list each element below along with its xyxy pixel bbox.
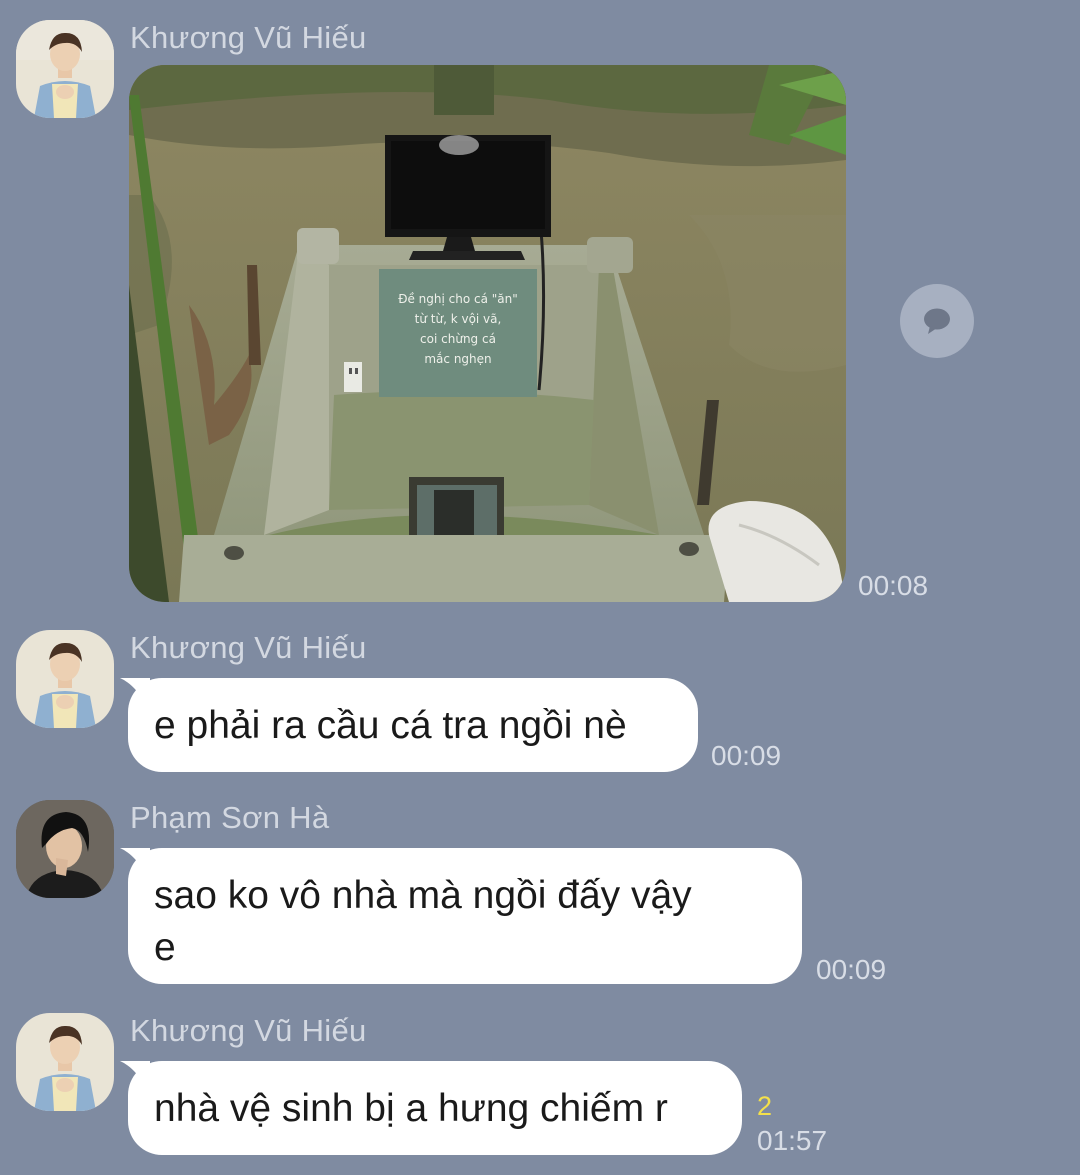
shared-photo[interactable]: Đề nghị cho cá "ăn" từ từ, k vội vã, coi… <box>129 65 846 602</box>
sender-name: Khương Vũ Hiếu <box>130 1013 367 1048</box>
message-photo: Khương Vũ Hiếu Đề nghị cho cá "ăn" từ từ… <box>0 0 1080 610</box>
sign-text-line-4: mắc nghẹn <box>424 352 491 366</box>
avatar-pham-son-ha[interactable] <box>16 800 114 898</box>
message-time: 01:57 <box>757 1125 828 1156</box>
avatar-khuong-vu-hieu[interactable] <box>16 1013 114 1111</box>
message-bubble[interactable]: sao ko vô nhà mà ngồi đấy vậy e <box>128 848 802 984</box>
sender-name: Khương Vũ Hiếu <box>130 20 367 55</box>
speech-bubble-icon <box>922 306 952 336</box>
message-text-line-2: e <box>154 926 176 969</box>
avatar-khuong-vu-hieu[interactable] <box>16 20 114 118</box>
message-time: 00:08 <box>858 570 929 601</box>
message-text: Phạm Sơn Hà sao ko vô nhà mà ngồi đấy vậ… <box>0 790 1080 1000</box>
sign-text-line-2: từ từ, k vội vã, <box>415 312 502 326</box>
message-bubble[interactable]: nhà vệ sinh bị a hưng chiếm r <box>128 1061 742 1155</box>
avatar-khuong-vu-hieu[interactable] <box>16 630 114 728</box>
message-text: Khương Vũ Hiếu nhà vệ sinh bị a hưng chi… <box>0 1003 1080 1175</box>
sender-name: Phạm Sơn Hà <box>130 800 330 835</box>
message-text: e phải ra cầu cá tra ngồi nè <box>154 704 627 747</box>
sender-name: Khương Vũ Hiếu <box>130 630 367 665</box>
message-text: nhà vệ sinh bị a hưng chiếm r <box>154 1087 668 1130</box>
message-text-line-1: sao ko vô nhà mà ngồi đấy vậy <box>154 874 692 917</box>
sign-text-line-1: Đề nghị cho cá "ăn" <box>398 292 518 306</box>
message-time: 00:09 <box>711 740 782 771</box>
message-time: 00:09 <box>816 954 887 985</box>
sign-text-line-3: coi chừng cá <box>420 332 496 346</box>
read-count: 2 <box>757 1091 773 1121</box>
share-button[interactable] <box>900 284 974 358</box>
message-text: Khương Vũ Hiếu e phải ra cầu cá tra ngồi… <box>0 620 1080 780</box>
message-bubble[interactable]: e phải ra cầu cá tra ngồi nè <box>128 678 698 772</box>
